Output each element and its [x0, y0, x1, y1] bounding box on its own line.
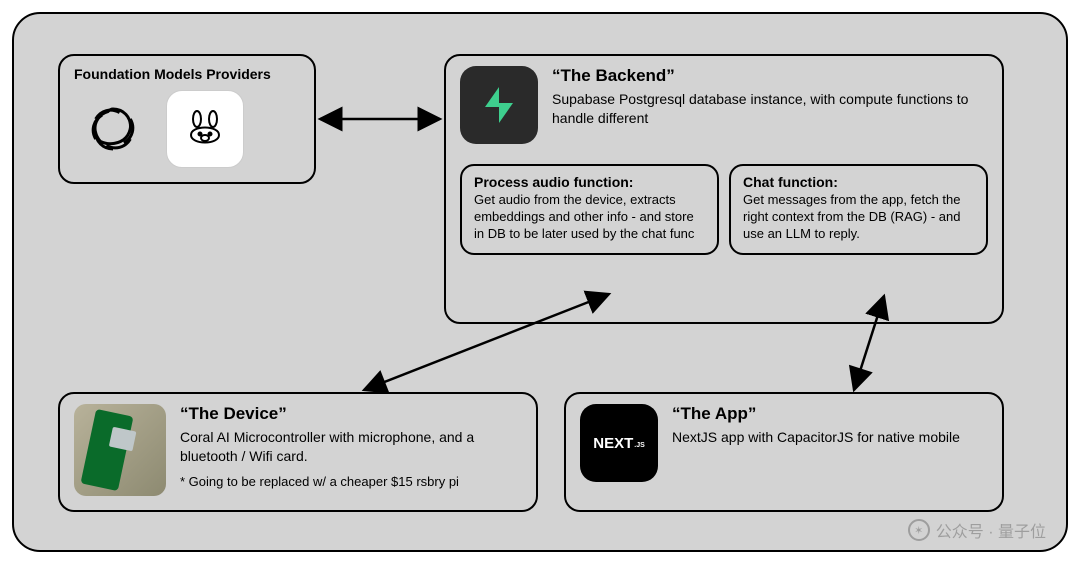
- foundation-models-box: Foundation Models Providers: [58, 54, 316, 184]
- process-audio-description: Get audio from the device, extracts embe…: [474, 192, 705, 243]
- ollama-icon: [166, 90, 244, 168]
- chat-function-description: Get messages from the app, fetch the rig…: [743, 192, 974, 243]
- app-box: NEXT.JS “The App” NextJS app with Capaci…: [564, 392, 1004, 512]
- foundation-models-icons: [74, 90, 300, 168]
- device-description: Coral AI Microcontroller with microphone…: [180, 428, 522, 466]
- app-description: NextJS app with CapacitorJS for native m…: [672, 428, 960, 447]
- chat-function-title: Chat function:: [743, 174, 974, 190]
- process-audio-function-box: Process audio function: Get audio from t…: [460, 164, 719, 255]
- openai-icon: [74, 90, 152, 168]
- device-title: “The Device”: [180, 404, 522, 424]
- watermark: ✶ 公众号 · 量子位: [908, 518, 1046, 542]
- wechat-icon: ✶: [908, 519, 930, 541]
- device-box: “The Device” Coral AI Microcontroller wi…: [58, 392, 538, 512]
- device-note: * Going to be replaced w/ a cheaper $15 …: [180, 474, 522, 489]
- chat-function-box: Chat function: Get messages from the app…: [729, 164, 988, 255]
- supabase-icon: [460, 66, 538, 144]
- diagram-canvas: Foundation Models Providers: [12, 12, 1068, 552]
- foundation-models-title: Foundation Models Providers: [74, 66, 300, 82]
- backend-title: “The Backend”: [552, 66, 988, 86]
- backend-box: “The Backend” Supabase Postgresql databa…: [444, 54, 1004, 324]
- app-title: “The App”: [672, 404, 960, 424]
- device-photo: [74, 404, 166, 496]
- nextjs-icon: NEXT.JS: [580, 404, 658, 482]
- process-audio-title: Process audio function:: [474, 174, 705, 190]
- backend-description: Supabase Postgresql database instance, w…: [552, 90, 988, 128]
